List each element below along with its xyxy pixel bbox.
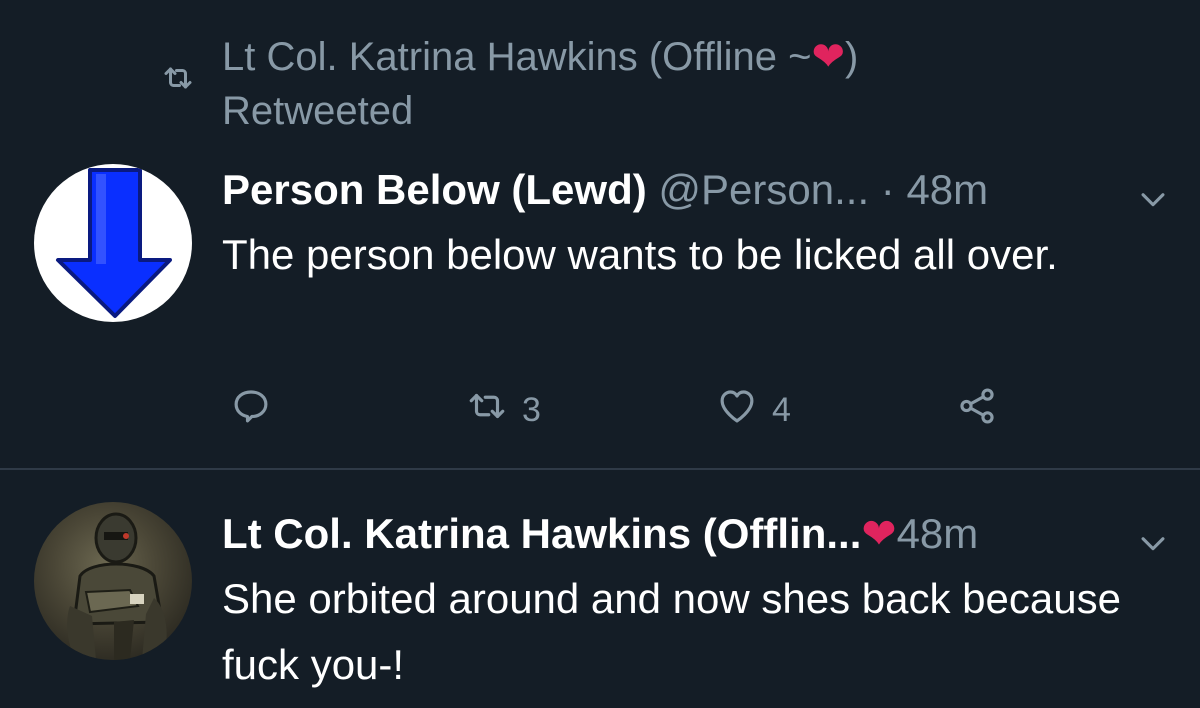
retweeted-label: Retweeted bbox=[222, 89, 414, 133]
retweeter-name[interactable]: Lt Col. Katrina Hawkins (Offline ~❤) bbox=[222, 30, 858, 84]
retweet-icon bbox=[466, 385, 508, 436]
avatar[interactable] bbox=[34, 164, 192, 322]
avatar[interactable] bbox=[34, 502, 192, 660]
share-icon bbox=[956, 385, 998, 436]
tweet[interactable]: Person Below (Lewd) @Person... · 48m The… bbox=[0, 150, 1200, 470]
tweet-text: She orbited around and now shes back bec… bbox=[222, 575, 1121, 688]
timestamp[interactable]: 48m bbox=[906, 166, 988, 213]
reply-button[interactable] bbox=[230, 382, 272, 438]
share-button[interactable] bbox=[956, 382, 998, 438]
tweet-header: Person Below (Lewd) @Person... · 48m bbox=[222, 162, 1170, 218]
tweet-actions: 3 4 bbox=[222, 382, 1022, 438]
retweet-icon bbox=[160, 60, 196, 96]
like-count: 4 bbox=[772, 390, 791, 429]
armored-figure-icon bbox=[67, 512, 167, 660]
tweet[interactable]: Lt Col. Katrina Hawkins (Offlin...❤48m S… bbox=[0, 470, 1200, 708]
tweet-text: The person below wants to be licked all … bbox=[222, 231, 1058, 278]
retweet-context: Lt Col. Katrina Hawkins (Offline ~❤) Ret… bbox=[160, 22, 1060, 142]
retweet-button[interactable]: 3 bbox=[466, 382, 541, 438]
chevron-down-icon[interactable] bbox=[1136, 174, 1170, 208]
separator-dot: · bbox=[880, 166, 895, 213]
retweet-count: 3 bbox=[522, 390, 541, 429]
handle[interactable]: @Person... bbox=[658, 166, 869, 213]
heart-emoji: ❤ bbox=[811, 35, 846, 79]
tweet-header: Lt Col. Katrina Hawkins (Offlin...❤48m bbox=[222, 506, 1170, 562]
chevron-down-icon[interactable] bbox=[1136, 518, 1170, 552]
heart-emoji: ❤ bbox=[861, 510, 897, 557]
like-button[interactable]: 4 bbox=[716, 382, 791, 438]
down-arrow-icon bbox=[56, 168, 172, 318]
display-name[interactable]: Person Below (Lewd) bbox=[222, 166, 647, 213]
display-name[interactable]: Lt Col. Katrina Hawkins (Offlin... bbox=[222, 510, 861, 557]
timestamp[interactable]: 48m bbox=[897, 510, 979, 557]
reply-icon bbox=[230, 385, 272, 436]
heart-icon bbox=[716, 385, 758, 436]
